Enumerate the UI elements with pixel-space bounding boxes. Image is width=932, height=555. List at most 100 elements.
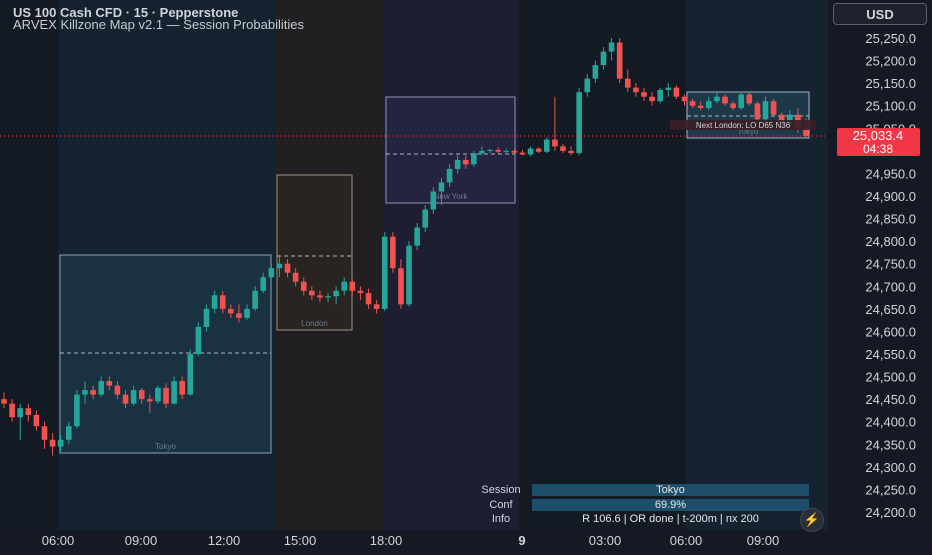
session-label: Tokyo xyxy=(155,442,176,451)
candle-body xyxy=(511,150,518,153)
time-tick: 12:00 xyxy=(208,533,241,548)
price-tick: 24,750.0 xyxy=(865,257,916,272)
candle-body xyxy=(25,408,32,415)
candle-body xyxy=(333,290,339,297)
price-tick: 24,400.0 xyxy=(865,415,916,430)
candle-body xyxy=(462,159,469,165)
candle-body xyxy=(414,227,420,246)
candle-body xyxy=(722,96,728,104)
candle-body xyxy=(519,152,526,155)
candle-body xyxy=(746,94,753,104)
candle-body xyxy=(657,89,663,102)
info-row-conf: Conf 69.9% xyxy=(470,498,809,513)
candle-body xyxy=(163,387,169,404)
candle-body xyxy=(9,403,15,418)
session-band xyxy=(384,0,519,530)
candle-body xyxy=(770,101,777,115)
candle-body xyxy=(57,439,64,447)
session-label: New York xyxy=(434,192,469,201)
candle-body xyxy=(479,150,485,154)
candle-body xyxy=(171,381,177,404)
price-tick: 24,200.0 xyxy=(865,505,916,520)
candle-body xyxy=(730,103,736,108)
candle-body xyxy=(49,439,56,447)
info-value: Tokyo xyxy=(532,484,809,497)
candle-body xyxy=(130,390,137,404)
candle-body xyxy=(276,263,283,269)
candle-body xyxy=(543,139,550,152)
info-key: Session xyxy=(481,484,521,497)
price-tick: 25,250.0 xyxy=(865,31,916,46)
candle-body xyxy=(560,146,566,151)
candle-body xyxy=(438,182,445,192)
candle-body xyxy=(114,385,121,395)
price-tick: 24,300.0 xyxy=(865,460,916,475)
candle-body xyxy=(600,51,607,66)
candle-body xyxy=(422,209,429,228)
session-info-table: Session Tokyo Conf 69.9% Info R 106.6 | … xyxy=(470,483,809,527)
candle-body xyxy=(211,295,218,309)
session-band xyxy=(0,0,58,530)
price-tick: 25,200.0 xyxy=(865,54,916,69)
time-tick: 06:00 xyxy=(670,533,703,548)
candle-body xyxy=(341,281,348,291)
candlestick-chart[interactable]: Tokyo London New York Tokyo Next London: LO … xyxy=(0,0,932,550)
lightning-icon[interactable]: ⚡ xyxy=(800,508,824,532)
session-band xyxy=(519,0,686,530)
candle-body xyxy=(349,281,356,291)
candle-body xyxy=(584,78,591,93)
candle-body xyxy=(179,381,186,395)
candle-body xyxy=(665,87,672,90)
time-tick: 06:00 xyxy=(42,533,75,548)
price-tick: 24,450.0 xyxy=(865,392,916,407)
candle-body xyxy=(705,101,712,108)
candle-body xyxy=(406,245,412,305)
candle-body xyxy=(98,381,105,395)
time-tick: 03:00 xyxy=(589,533,622,548)
session-label: London xyxy=(301,319,328,328)
price-tick: 24,600.0 xyxy=(865,324,916,339)
candle-body xyxy=(66,426,72,440)
candle-body xyxy=(592,65,599,79)
candle-body xyxy=(608,42,615,52)
candle-body xyxy=(697,105,704,108)
info-value: R 106.6 | OR done | t-200m | nx 200 xyxy=(582,513,759,526)
candle-body xyxy=(41,426,48,440)
candle-body xyxy=(203,308,210,327)
candle-body xyxy=(527,148,534,155)
price-tick: 24,350.0 xyxy=(865,437,916,452)
candle-body xyxy=(373,304,380,309)
price-tick: 24,900.0 xyxy=(865,189,916,204)
candle-body xyxy=(649,96,655,102)
session-box xyxy=(276,174,353,331)
candle-body xyxy=(106,381,113,386)
chart-area[interactable]: Tokyo London New York Tokyo Next London: LO … xyxy=(0,0,932,550)
info-row-session: Session Tokyo xyxy=(470,483,809,498)
last-price-label: 25,033.4 xyxy=(853,128,904,143)
info-key: Info xyxy=(491,513,511,526)
candle-body xyxy=(487,149,493,151)
price-tick: 24,500.0 xyxy=(865,370,916,385)
candle-body xyxy=(357,290,364,294)
candle-body xyxy=(155,387,161,402)
candle-body xyxy=(147,399,153,402)
candle-body xyxy=(309,290,315,296)
candle-body xyxy=(219,295,226,309)
price-tick: 24,250.0 xyxy=(865,482,916,497)
candle-body xyxy=(1,399,7,404)
info-key: Conf xyxy=(489,498,513,511)
price-tick: 24,650.0 xyxy=(865,302,916,317)
indicator-title[interactable]: ARVEX Killzone Map v2.1 — Session Probab… xyxy=(13,17,304,32)
candle-body xyxy=(228,308,234,314)
price-tick: 24,550.0 xyxy=(865,347,916,362)
countdown-label: 04:38 xyxy=(863,142,893,156)
candle-body xyxy=(754,103,761,120)
candle-body xyxy=(195,326,202,354)
candle-body xyxy=(738,94,744,108)
candle-body xyxy=(689,101,696,106)
candle-body xyxy=(381,236,388,309)
session-box xyxy=(59,254,272,454)
candle-body xyxy=(74,394,80,427)
currency-button[interactable]: USD xyxy=(833,3,927,25)
candle-body xyxy=(624,78,631,88)
